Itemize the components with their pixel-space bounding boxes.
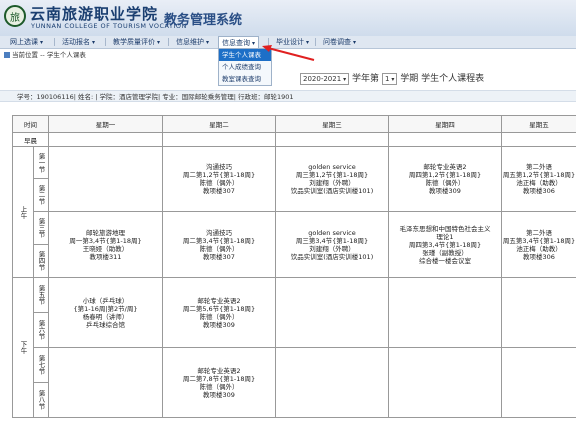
course-cell[interactable]: 毛泽东思想和中国特色社会主义 理论1 周四第3,4节{第1-18周} 张瑾（副教授）综… xyxy=(388,211,502,278)
course-cell[interactable]: 邮轮旅游地理 周一第3,4节{第1-18周} 王晓娅（助教） 教项楼311 xyxy=(48,211,163,278)
course-cell[interactable]: golden service 周三第3,4节{第1-18周} 刘建翔（外聘） 饮品实训… xyxy=(275,211,389,278)
day-header: 星期三 xyxy=(275,115,389,133)
timetable: 时间 星期一 星期二 星期三 星期四 星期五 早晨 上午 第一节 沟通技巧 周二第… xyxy=(12,115,576,418)
course-cell[interactable]: 第二外语 周五第3,4节{第1-18周} 池正梅（助教） 教项楼306 xyxy=(501,211,576,278)
period-label: 第四节 xyxy=(33,244,49,278)
table-row: 上午 第一节 沟通技巧 周二第1,2节{第1-18周} 陈德（偶外） 教项楼307 g… xyxy=(12,146,576,278)
semester-select[interactable]: 1 ▾ xyxy=(381,72,398,85)
chevron-down-icon: ▾ xyxy=(92,39,96,46)
chevron-down-icon: ▾ xyxy=(343,75,347,83)
course-cell-empty xyxy=(501,277,576,348)
student-info-bar: 学号：190106116| 姓名: | 学院：酒店管理学院| 专业：国际邮轮乘务… xyxy=(0,90,576,102)
chevron-down-icon: ▾ xyxy=(391,75,395,83)
course-cell[interactable]: 邮轮专业英语2 周二第5,6节{第1-18周} 陈德（偶外） 教项楼309 xyxy=(162,277,276,348)
course-cell-empty xyxy=(48,347,163,418)
course-cell[interactable]: 小球（乒乓球） {第1-16周|第2节/周} 杨春明（讲师） 乒乓球综合馆 xyxy=(48,277,163,348)
course-cell[interactable]: 沟通技巧 周二第1,2节{第1-18周} 陈德（偶外） 教项楼307 xyxy=(162,146,276,212)
course-cell-empty xyxy=(48,146,163,212)
chevron-down-icon: ▾ xyxy=(353,39,357,46)
chevron-down-icon: ▾ xyxy=(40,39,44,46)
period-label: 第六节 xyxy=(33,312,49,348)
time-header: 时间 xyxy=(12,115,49,133)
school-logo-icon: 旅 xyxy=(4,5,26,27)
menu-item-score-query[interactable]: 个人成绩查询 xyxy=(219,61,271,73)
school-name-cn: 云南旅游职业学院 xyxy=(30,5,159,23)
nav-questionnaire[interactable]: 问卷调查 ▾ xyxy=(323,36,356,48)
menu-item-classroom-timetable[interactable]: 教室课表查询 xyxy=(219,73,271,85)
day-header: 星期五 xyxy=(501,115,576,133)
table-row: 早晨 xyxy=(12,132,576,147)
course-cell-empty xyxy=(388,277,502,348)
breadcrumb: 当前位置 -- 学生个人课表 xyxy=(4,49,86,59)
header-banner: 旅 云南旅游职业学院 YUNNAN COLLEGE OF TOURISM VOC… xyxy=(0,0,576,36)
course-cell[interactable]: 邮轮专业英语2 周二第7,8节{第1-18周} 陈德（偶外） 教项楼309 xyxy=(162,347,276,418)
chevron-down-icon: ▾ xyxy=(157,39,161,46)
nav-teaching-evaluation[interactable]: 教学质量评价 ▾ xyxy=(113,36,160,48)
day-header: 星期二 xyxy=(162,115,276,133)
period-label: 第八节 xyxy=(33,382,49,418)
annotation-arrow-icon xyxy=(262,45,315,61)
term-selector-row: 2020-2021 ▾ 学年第 1 ▾ 学期 学生个人课程表 xyxy=(300,71,484,85)
nav-info-query[interactable]: 信息查询 ▾ xyxy=(218,36,260,48)
course-cell-empty xyxy=(275,277,389,348)
chevron-down-icon: ▾ xyxy=(206,39,210,46)
period-label: 第一节 xyxy=(33,146,49,179)
period-label: 第七节 xyxy=(33,347,49,383)
table-header-row: 时间 星期一 星期二 星期三 星期四 星期五 xyxy=(12,115,576,133)
period-label: 第五节 xyxy=(33,277,49,313)
course-cell-empty xyxy=(388,347,502,418)
year-select[interactable]: 2020-2021 ▾ xyxy=(300,72,350,85)
course-cell[interactable]: 第二外语 周五第1,2节{第1-18周} 池正梅（助教） 教项楼306 xyxy=(501,146,576,212)
day-header: 星期四 xyxy=(388,115,502,133)
early-morning-label: 早晨 xyxy=(12,132,49,147)
nav-online-course-selection[interactable]: 网上选课 ▾ xyxy=(10,36,43,48)
am-label: 上午 xyxy=(12,146,34,278)
course-cell-empty xyxy=(275,347,389,418)
table-row: 下午 第五节 小球（乒乓球） {第1-16周|第2节/周} 杨春明（讲师） 乒乓球综合… xyxy=(12,277,576,418)
nav-info-maintenance[interactable]: 信息维护 ▾ xyxy=(176,36,209,48)
course-cell[interactable]: 沟通技巧 周二第3,4节{第1-18周} 陈德（偶外） 教项楼307 xyxy=(162,211,276,278)
home-icon xyxy=(4,52,10,58)
chevron-down-icon: ▾ xyxy=(252,40,256,47)
pm-label: 下午 xyxy=(12,277,34,418)
period-label: 第二节 xyxy=(33,178,49,212)
course-cell[interactable]: golden service 周三第1,2节{第1-18周} 刘建翔（外聘） 饮品实训… xyxy=(275,146,389,212)
table-row: 第七节 邮轮专业英语2 周二第7,8节{第1-18周} 陈德（偶外） 教项楼309 xyxy=(13,347,576,418)
course-cell-empty xyxy=(501,347,576,418)
system-title: 教务管理系统 xyxy=(164,13,243,28)
nav-activity-signup[interactable]: 活动报名 ▾ xyxy=(62,36,95,48)
period-label: 第三节 xyxy=(33,211,49,245)
table-row: 第三节 邮轮旅游地理 周一第3,4节{第1-18周} 王晓娅（助教） 教项楼311 沟… xyxy=(13,211,576,278)
course-cell[interactable]: 邮轮专业英语2 周四第1,2节{第1-18周} 陈德（偶外） 教项楼309 xyxy=(388,146,502,212)
day-header: 星期一 xyxy=(48,115,163,133)
